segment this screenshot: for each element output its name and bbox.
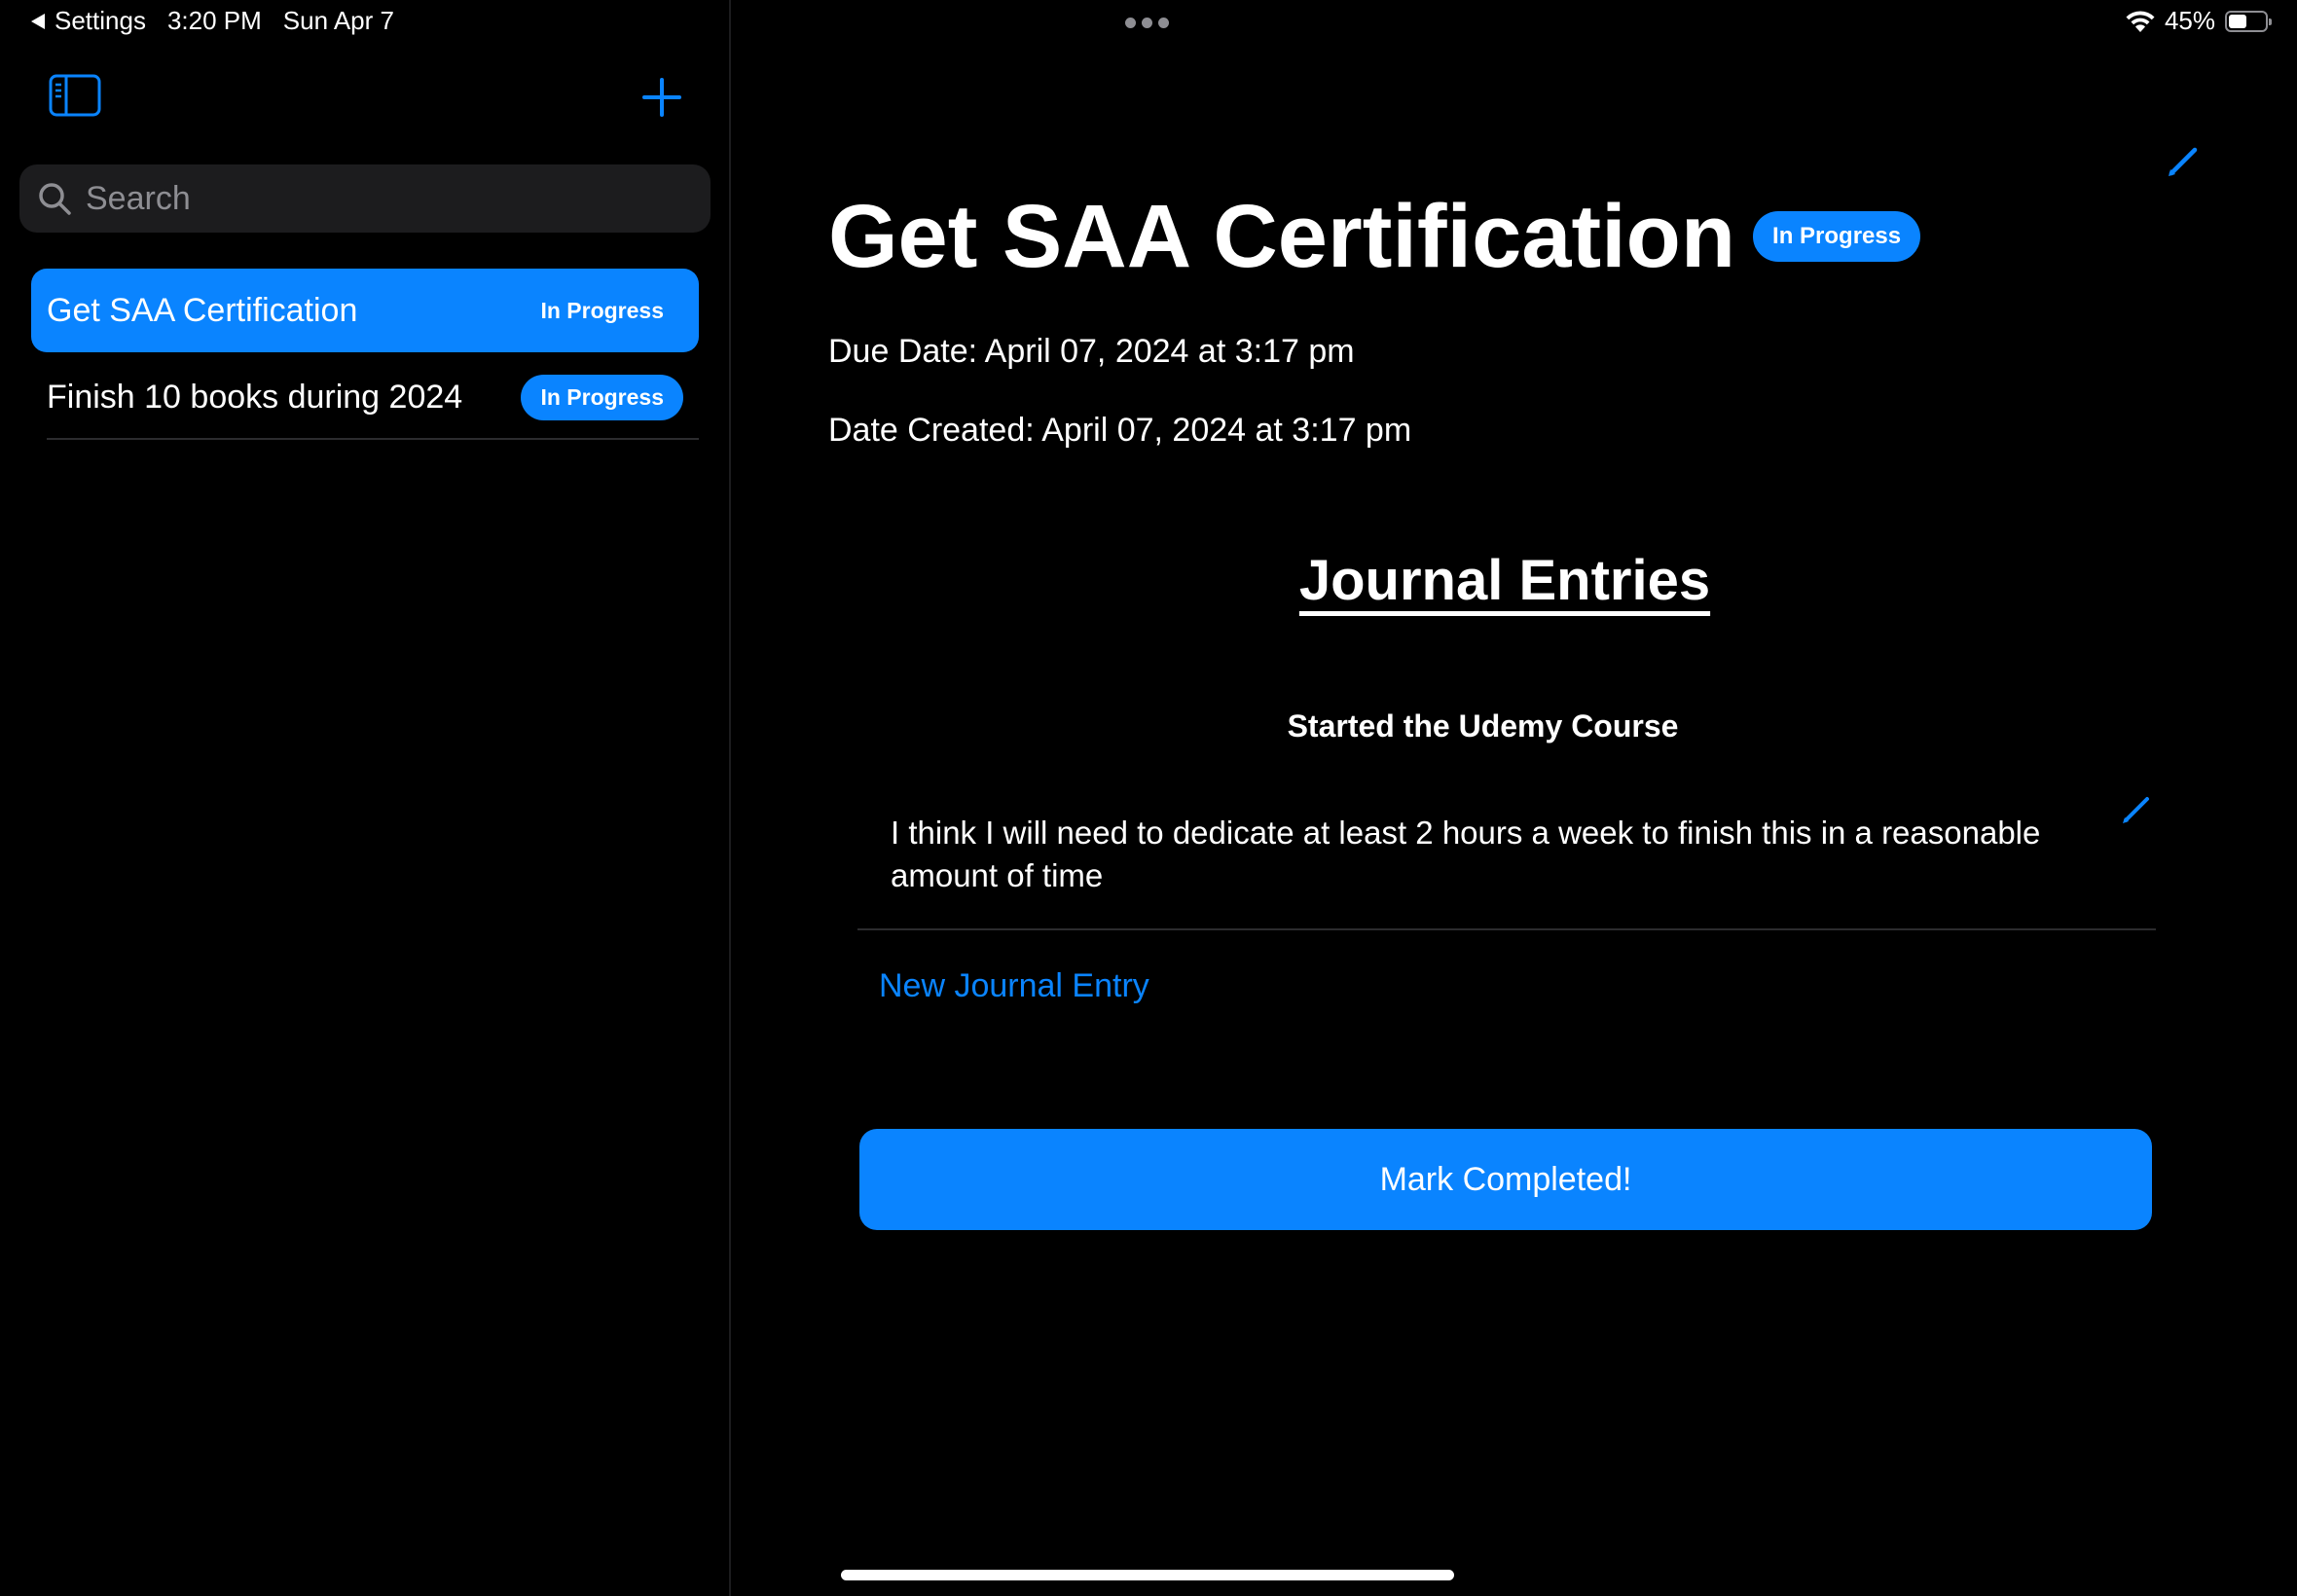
page-title: Get SAA Certification — [828, 187, 1736, 286]
due-date: Due Date: April 07, 2024 at 3:17 pm — [828, 333, 1355, 370]
entry-divider — [857, 928, 2156, 930]
journal-entry-title: Started the Udemy Course — [1287, 708, 1679, 744]
status-badge: In Progress — [521, 374, 683, 420]
app-screen: Settings 3:20 PM Sun Apr 7 45% Search Ge… — [0, 0, 2297, 1596]
journal-entry-body: I think I will need to dedicate at least… — [891, 815, 2041, 893]
search-input[interactable] — [84, 178, 672, 219]
add-icon[interactable] — [638, 74, 685, 121]
home-indicator[interactable] — [841, 1570, 1454, 1580]
status-badge: In Progress — [540, 297, 664, 323]
sidebar: Get SAA Certification In Progress Finish… — [0, 0, 731, 1596]
goal-list-item-selected[interactable]: Get SAA Certification In Progress — [31, 269, 699, 352]
edit-goal-pencil-icon[interactable] — [2164, 142, 2203, 181]
goal-list-item-title: Get SAA Certification — [47, 291, 358, 329]
list-divider — [47, 438, 699, 440]
search-bar[interactable] — [19, 164, 711, 233]
mark-completed-button[interactable]: Mark Completed! — [859, 1129, 2152, 1230]
sidebar-toggle-icon[interactable] — [49, 74, 101, 117]
date-created: Date Created: April 07, 2024 at 3:17 pm — [828, 412, 1412, 449]
status-badge: In Progress — [1753, 211, 1921, 262]
new-journal-entry-link[interactable]: New Journal Entry — [879, 967, 1149, 1005]
goal-detail: Get SAA Certification In Progress Due Da… — [731, 0, 2297, 1596]
edit-entry-pencil-icon[interactable] — [2119, 792, 2154, 827]
goal-heading-row: Get SAA Certification In Progress — [828, 183, 1921, 290]
journal-entries-heading: Journal Entries — [1298, 549, 1711, 612]
search-icon — [39, 183, 71, 215]
goal-list-item-title: Finish 10 books during 2024 — [47, 378, 463, 416]
goal-list-item[interactable]: Finish 10 books during 2024 In Progress — [31, 355, 699, 439]
